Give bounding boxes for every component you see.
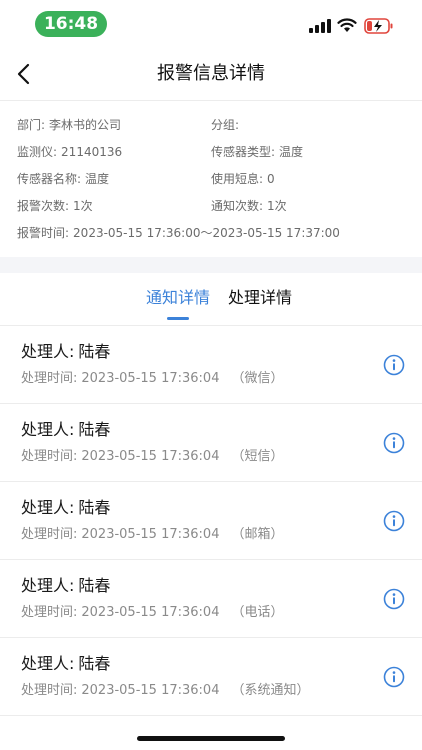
tab-process-details[interactable]: 处理详情 — [228, 287, 292, 309]
department-value: 李林书的公司 — [49, 118, 122, 132]
sensor-type-row: 传感器类型: 温度 — [211, 144, 303, 160]
process-time-value: 2023-05-15 17:36:04 — [81, 449, 220, 464]
sensor-name-label: 传感器名称: — [17, 172, 82, 186]
sms-used-row: 使用短息: 0 — [211, 171, 275, 187]
process-time-value: 2023-05-15 17:36:04 — [81, 683, 220, 698]
process-time-line: 处理时间: 2023-05-15 17:36:04 （系统通知） — [21, 682, 309, 700]
detail-tabs: 通知详情 处理详情 — [0, 273, 422, 326]
handler-line: 处理人: 陆春 — [21, 341, 110, 363]
list-item[interactable]: 处理人: 陆春 处理时间: 2023-05-15 17:36:04 （微信） — [0, 326, 422, 404]
nav-bar: 报警信息详情 — [0, 48, 422, 101]
process-time-label: 处理时间: — [21, 449, 78, 464]
info-icon[interactable] — [383, 666, 405, 688]
sms-used-label: 使用短息: — [211, 172, 264, 186]
alarm-time-row: 报警时间: 2023-05-15 17:36:00～2023-05-15 17:3… — [17, 225, 340, 241]
process-time-label: 处理时间: — [21, 683, 78, 698]
notify-channel: （邮箱） — [231, 527, 284, 542]
handler-label: 处理人: — [21, 342, 75, 361]
cellular-signal-icon — [309, 19, 331, 33]
process-time-label: 处理时间: — [21, 605, 78, 620]
alarm-count-row: 报警次数: 1次 — [17, 198, 93, 214]
notify-count-label: 通知次数: — [211, 199, 264, 213]
group-row: 分组: — [211, 117, 243, 133]
handler-label: 处理人: — [21, 420, 75, 439]
handler-line: 处理人: 陆春 — [21, 575, 110, 597]
alarm-time-label: 报警时间: — [17, 226, 70, 240]
notification-record-list: 处理人: 陆春 处理时间: 2023-05-15 17:36:04 （微信） 处理人:… — [0, 326, 422, 716]
handler-label: 处理人: — [21, 498, 75, 517]
sms-used-value: 0 — [267, 172, 275, 186]
info-icon[interactable] — [383, 510, 405, 532]
monitor-row: 监测仪: 21140136 — [17, 144, 122, 160]
wifi-icon — [337, 18, 357, 32]
alarm-time-value: 2023-05-15 17:36:00～2023-05-15 17:37:00 — [73, 226, 340, 240]
process-time-line: 处理时间: 2023-05-15 17:36:04 （电话） — [21, 604, 283, 622]
alarm-count-value: 1次 — [73, 199, 93, 213]
notify-count-value: 1次 — [267, 199, 287, 213]
handler-line: 处理人: 陆春 — [21, 653, 110, 675]
alarm-count-label: 报警次数: — [17, 199, 70, 213]
list-item[interactable]: 处理人: 陆春 处理时间: 2023-05-15 17:36:04 （邮箱） — [0, 482, 422, 560]
status-bar: 16:48 — [0, 0, 422, 48]
handler-name: 陆春 — [78, 498, 111, 517]
handler-name: 陆春 — [78, 342, 111, 361]
handler-line: 处理人: 陆春 — [21, 419, 110, 441]
info-icon[interactable] — [383, 354, 405, 376]
sensor-type-value: 温度 — [279, 145, 304, 159]
list-item[interactable]: 处理人: 陆春 处理时间: 2023-05-15 17:36:04 （短信） — [0, 404, 422, 482]
page-title: 报警信息详情 — [157, 63, 265, 84]
sensor-name-value: 温度 — [85, 172, 110, 186]
monitor-label: 监测仪: — [17, 145, 58, 159]
notify-count-row: 通知次数: 1次 — [211, 198, 287, 214]
handler-name: 陆春 — [78, 420, 111, 439]
section-divider — [0, 257, 422, 273]
info-icon[interactable] — [383, 432, 405, 454]
handler-label: 处理人: — [21, 576, 75, 595]
tab-notify-details[interactable]: 通知详情 — [146, 287, 210, 309]
notify-channel: （短信） — [231, 449, 284, 464]
info-icon[interactable] — [383, 588, 405, 610]
handler-label: 处理人: — [21, 654, 75, 673]
notify-channel: （微信） — [231, 371, 284, 386]
process-time-line: 处理时间: 2023-05-15 17:36:04 （微信） — [21, 370, 283, 388]
handler-name: 陆春 — [78, 576, 111, 595]
process-time-line: 处理时间: 2023-05-15 17:36:04 （短信） — [21, 448, 283, 466]
handler-line: 处理人: 陆春 — [21, 497, 110, 519]
department-label: 部门: — [17, 118, 46, 132]
notify-channel: （电话） — [231, 605, 284, 620]
battery-charging-icon — [364, 18, 393, 34]
process-time-value: 2023-05-15 17:36:04 — [81, 527, 220, 542]
active-tab-indicator — [167, 317, 189, 320]
handler-name: 陆春 — [78, 654, 111, 673]
notify-channel: （系统通知） — [231, 683, 310, 698]
monitor-value: 21140136 — [61, 145, 123, 159]
alarm-info-panel: 部门: 李林书的公司 分组: 监测仪: 21140136 传感器类型: 温度 传感器名… — [0, 101, 422, 257]
list-item[interactable]: 处理人: 陆春 处理时间: 2023-05-15 17:36:04 （系统通知） — [0, 638, 422, 716]
sensor-type-label: 传感器类型: — [211, 145, 276, 159]
process-time-value: 2023-05-15 17:36:04 — [81, 605, 220, 620]
process-time-label: 处理时间: — [21, 371, 78, 386]
process-time-label: 处理时间: — [21, 527, 78, 542]
process-time-value: 2023-05-15 17:36:04 — [81, 371, 220, 386]
process-time-line: 处理时间: 2023-05-15 17:36:04 （邮箱） — [21, 526, 283, 544]
list-item[interactable]: 处理人: 陆春 处理时间: 2023-05-15 17:36:04 （电话） — [0, 560, 422, 638]
group-label: 分组: — [211, 118, 240, 132]
sensor-name-row: 传感器名称: 温度 — [17, 171, 109, 187]
status-time: 16:48 — [35, 11, 107, 37]
home-indicator[interactable] — [137, 736, 285, 741]
department-row: 部门: 李林书的公司 — [17, 117, 121, 133]
